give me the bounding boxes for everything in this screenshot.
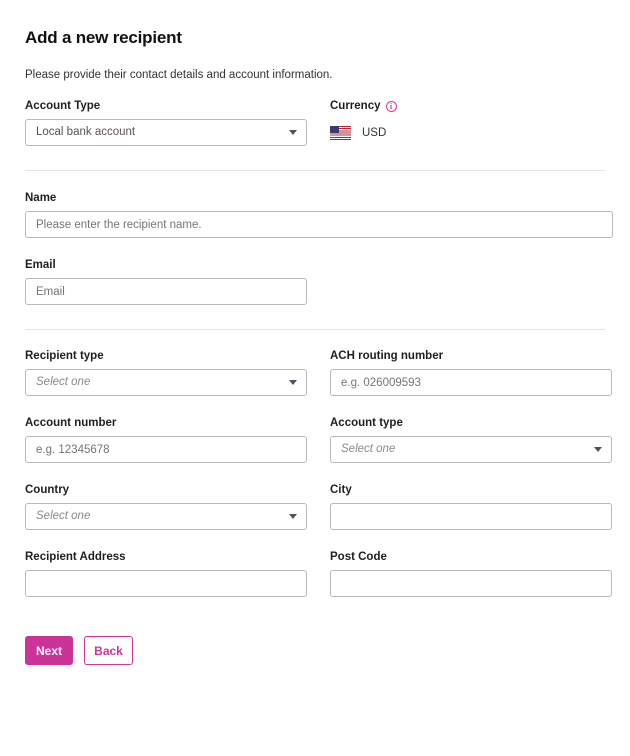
- currency-value-row: USD: [330, 119, 612, 146]
- recipient-type-group: Recipient type Select one: [25, 350, 307, 396]
- currency-header: Currency i: [330, 100, 612, 112]
- form-actions: Next Back: [25, 636, 605, 665]
- recipient-type-select[interactable]: Select one: [25, 369, 307, 396]
- post-code-input[interactable]: [330, 570, 612, 597]
- country-select[interactable]: Select one: [25, 503, 307, 530]
- post-code-label: Post Code: [330, 551, 387, 563]
- recipient-address-group: Recipient Address: [25, 551, 307, 597]
- info-icon[interactable]: i: [385, 100, 397, 112]
- currency-group: Currency i USD: [330, 100, 612, 146]
- back-button[interactable]: Back: [84, 636, 133, 665]
- recipient-type-placeholder: Select one: [36, 376, 91, 388]
- bank-account-type-label: Account type: [330, 417, 403, 429]
- account-type-select[interactable]: Local bank account: [25, 119, 307, 146]
- name-label: Name: [25, 192, 57, 204]
- add-recipient-form: Add a new recipient Please provide their…: [0, 0, 630, 665]
- account-type-label: Account Type: [25, 100, 101, 112]
- email-input[interactable]: [25, 278, 307, 305]
- page-title: Add a new recipient: [25, 28, 182, 47]
- post-code-group: Post Code: [330, 551, 612, 597]
- bank-account-type-group: Account type Select one: [330, 417, 612, 463]
- ach-routing-number-input[interactable]: [330, 369, 612, 396]
- divider-2: [25, 329, 605, 330]
- account-number-input-wrapper: [25, 436, 307, 463]
- country-label: Country: [25, 484, 70, 496]
- city-input[interactable]: [330, 503, 612, 530]
- account-type-select-wrapper: Local bank account: [25, 119, 307, 146]
- city-input-wrapper: [330, 503, 612, 530]
- city-group: City: [330, 484, 612, 530]
- bank-account-type-placeholder: Select one: [341, 443, 396, 455]
- country-group: Country Select one: [25, 484, 307, 530]
- ach-routing-number-input-wrapper: [330, 369, 612, 396]
- recipient-address-input[interactable]: [25, 570, 307, 597]
- recipient-type-select-wrapper: Select one: [25, 369, 307, 396]
- name-group: Name: [25, 192, 613, 238]
- post-code-input-wrapper: [330, 570, 612, 597]
- recipient-address-label: Recipient Address: [25, 551, 126, 563]
- ach-routing-number-label: ACH routing number: [330, 350, 444, 362]
- account-type-value: Local bank account: [36, 126, 136, 138]
- currency-label: Currency: [330, 100, 381, 112]
- currency-code: USD: [362, 126, 387, 139]
- bank-account-type-select[interactable]: Select one: [330, 436, 612, 463]
- account-type-group: Account Type Local bank account: [25, 100, 307, 146]
- us-flag-icon: [330, 125, 351, 140]
- name-input[interactable]: [25, 211, 613, 238]
- recipient-address-input-wrapper: [25, 570, 307, 597]
- name-input-wrapper: [25, 211, 613, 238]
- email-input-wrapper: [25, 278, 307, 305]
- account-number-label: Account number: [25, 417, 117, 429]
- page-subtitle: Please provide their contact details and…: [25, 69, 333, 81]
- divider-1: [25, 170, 605, 171]
- account-number-group: Account number: [25, 417, 307, 463]
- next-button[interactable]: Next: [25, 636, 73, 665]
- recipient-type-label: Recipient type: [25, 350, 104, 362]
- country-select-wrapper: Select one: [25, 503, 307, 530]
- city-label: City: [330, 484, 352, 496]
- email-label: Email: [25, 259, 56, 271]
- email-group: Email: [25, 259, 307, 305]
- bank-account-type-select-wrapper: Select one: [330, 436, 612, 463]
- ach-routing-number-group: ACH routing number: [330, 350, 612, 396]
- country-placeholder: Select one: [36, 510, 91, 522]
- account-number-input[interactable]: [25, 436, 307, 463]
